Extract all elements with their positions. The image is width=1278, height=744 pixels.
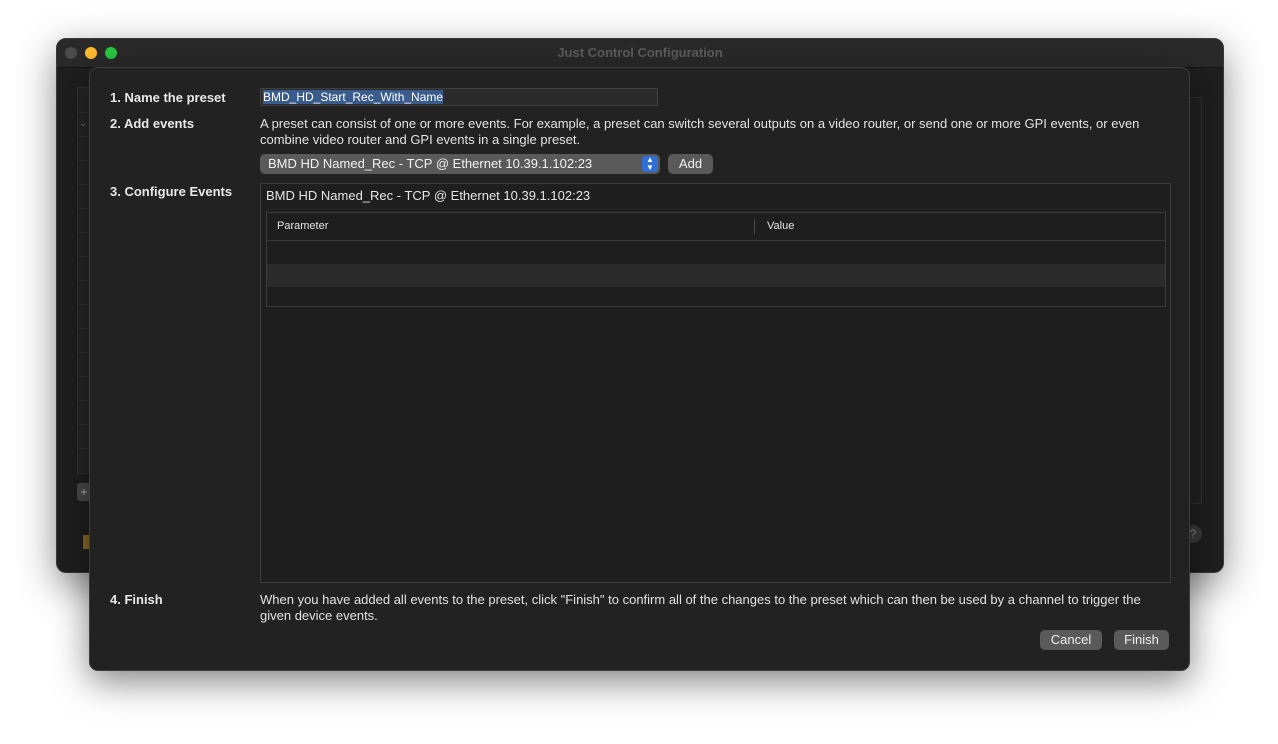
step2-label: 2. Add events — [110, 116, 195, 131]
cancel-button[interactable]: Cancel — [1040, 630, 1102, 650]
preset-name-input[interactable]: BMD_HD_Start_Rec_With_Name — [260, 88, 658, 106]
configure-events-panel: BMD HD Named_Rec - TCP @ Ethernet 10.39.… — [260, 183, 1171, 583]
table-row[interactable] — [267, 241, 1165, 264]
step4-label: 4. Finish — [110, 592, 163, 607]
column-header-value[interactable]: Value — [767, 220, 794, 232]
step1-label: 1. Name the preset — [110, 90, 226, 105]
event-title: BMD HD Named_Rec - TCP @ Ethernet 10.39.… — [266, 188, 591, 203]
event-select-value: BMD HD Named_Rec - TCP @ Ethernet 10.39.… — [268, 156, 593, 171]
chevron-down-icon: ⌄ — [79, 118, 88, 129]
chevron-up-down-icon: ▲ ▼ — [642, 156, 658, 172]
table-row[interactable] — [267, 287, 1165, 305]
table-header: Parameter Value — [267, 213, 1165, 241]
finish-button[interactable]: Finish — [1114, 630, 1169, 650]
step3-label: 3. Configure Events — [110, 184, 233, 199]
parameter-table[interactable]: Parameter Value — [266, 212, 1166, 307]
preset-name-text: BMD_HD_Start_Rec_With_Name — [263, 90, 444, 104]
title-bar: Just Control Configuration — [57, 39, 1223, 68]
table-row[interactable] — [267, 264, 1165, 287]
add-event-button[interactable]: Add — [668, 154, 713, 174]
step4-description: When you have added all events to the pr… — [260, 592, 1141, 623]
column-divider — [754, 219, 755, 234]
step2-description: A preset can consist of one or more even… — [260, 116, 1140, 147]
window-title: Just Control Configuration — [557, 45, 723, 60]
preset-configuration-sheet: 1. Name the preset BMD_HD_Start_Rec_With… — [89, 67, 1190, 671]
event-select[interactable]: BMD HD Named_Rec - TCP @ Ethernet 10.39.… — [260, 154, 660, 174]
column-header-parameter[interactable]: Parameter — [277, 220, 328, 232]
background-detail-panel — [1189, 97, 1202, 504]
